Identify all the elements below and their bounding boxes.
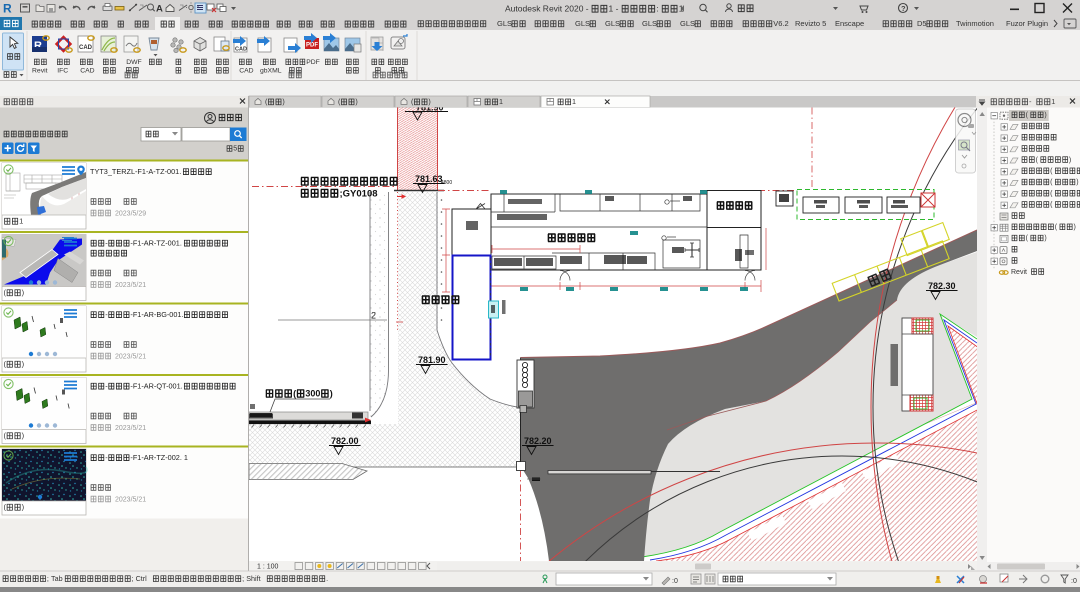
svg-text:CAD: CAD <box>235 47 247 53</box>
svg-text:Revit: Revit <box>32 68 48 75</box>
svg-text:;: ; <box>47 574 49 583</box>
svg-text:): ) <box>1044 235 1046 242</box>
svg-text:Fuzor Plugin: Fuzor Plugin <box>1006 19 1048 28</box>
svg-text:2023/5/21: 2023/5/21 <box>115 282 146 289</box>
svg-text:): ) <box>330 388 333 398</box>
svg-text:1 : 100: 1 : 100 <box>257 564 279 571</box>
svg-text:.: . <box>326 574 328 583</box>
svg-text:-F1-AR-QT-001.: -F1-AR-QT-001. <box>130 382 182 391</box>
svg-text:Enscape: Enscape <box>835 19 864 28</box>
svg-text:2: 2 <box>371 311 376 321</box>
svg-text:;: ; <box>242 574 244 583</box>
svg-text:GLS: GLS <box>575 19 590 28</box>
svg-text:2023/5/21: 2023/5/21 <box>115 354 146 361</box>
svg-text:-F1-AR-BG-001.: -F1-AR-BG-001. <box>130 310 183 319</box>
svg-text:R: R <box>3 2 12 16</box>
svg-text:782.30: 782.30 <box>928 281 956 291</box>
svg-text:Ctrl: Ctrl <box>136 574 148 583</box>
svg-text:;GY0108: ;GY0108 <box>340 188 378 199</box>
svg-text:): ) <box>282 97 284 106</box>
svg-text:781.63: 781.63 <box>415 174 443 184</box>
svg-text:): ) <box>1076 179 1078 186</box>
svg-text:782.20: 782.20 <box>524 436 552 446</box>
svg-text:1: 1 <box>1051 97 1055 106</box>
svg-text:5: 5 <box>233 146 237 153</box>
svg-text:TYT3_TERZL-F1-A-TZ-001.: TYT3_TERZL-F1-A-TZ-001. <box>90 167 181 176</box>
svg-text:Shift: Shift <box>246 574 260 583</box>
svg-text:IFC: IFC <box>57 68 68 75</box>
svg-text:?: ? <box>901 4 906 13</box>
svg-text:781.90: 781.90 <box>418 355 446 365</box>
svg-text:4800: 4800 <box>441 180 452 186</box>
svg-text:): ) <box>428 97 430 106</box>
svg-text:): ) <box>355 97 357 106</box>
svg-text:GLS: GLS <box>680 19 695 28</box>
svg-text::: : <box>656 4 658 14</box>
svg-text:PDF: PDF <box>306 59 320 66</box>
svg-text:): ) <box>1074 224 1076 231</box>
svg-text:Revizto 5: Revizto 5 <box>795 19 826 28</box>
svg-text::0: :0 <box>672 578 678 585</box>
svg-text:DWF: DWF <box>126 59 141 66</box>
svg-text:2023/5/29: 2023/5/29 <box>115 211 146 218</box>
svg-text:): ) <box>1069 157 1071 164</box>
svg-text:A: A <box>156 4 163 15</box>
svg-text:1: 1 <box>572 97 576 106</box>
svg-text:Twinmotion: Twinmotion <box>956 19 994 28</box>
svg-text:782.00: 782.00 <box>331 436 359 446</box>
svg-text:CAD: CAD <box>79 45 93 51</box>
svg-text:;: ; <box>132 574 134 583</box>
svg-text:D5: D5 <box>917 19 927 28</box>
svg-text:-F1-AR-TZ-002. 1: -F1-AR-TZ-002. 1 <box>130 453 188 462</box>
svg-text:GLS: GLS <box>642 19 657 28</box>
svg-text:PDF: PDF <box>306 43 318 49</box>
svg-text:-F1-AR-TZ-001.: -F1-AR-TZ-001. <box>130 239 182 248</box>
svg-text:): ) <box>1044 112 1046 119</box>
svg-text:1 -: 1 - <box>609 4 619 14</box>
svg-text:1: 1 <box>19 217 23 226</box>
svg-text::0: :0 <box>1071 578 1077 585</box>
svg-text:gbXML: gbXML <box>260 68 282 75</box>
svg-text:Autodesk Revit 2020 -: Autodesk Revit 2020 - <box>505 4 589 14</box>
svg-text:2023/5/21: 2023/5/21 <box>115 425 146 432</box>
svg-text:Revit: Revit <box>1011 269 1027 276</box>
svg-text:CAD: CAD <box>239 68 253 75</box>
svg-text:CAD: CAD <box>80 68 94 75</box>
svg-text:GLS: GLS <box>497 19 512 28</box>
svg-text:V6.2: V6.2 <box>773 19 788 28</box>
svg-text:1: 1 <box>499 97 503 106</box>
svg-text:GLS: GLS <box>605 19 620 28</box>
svg-text:2023/5/21: 2023/5/21 <box>115 497 146 504</box>
svg-text:Tab: Tab <box>51 574 63 583</box>
svg-text:300: 300 <box>305 388 320 398</box>
svg-text:(: ( <box>293 388 296 398</box>
